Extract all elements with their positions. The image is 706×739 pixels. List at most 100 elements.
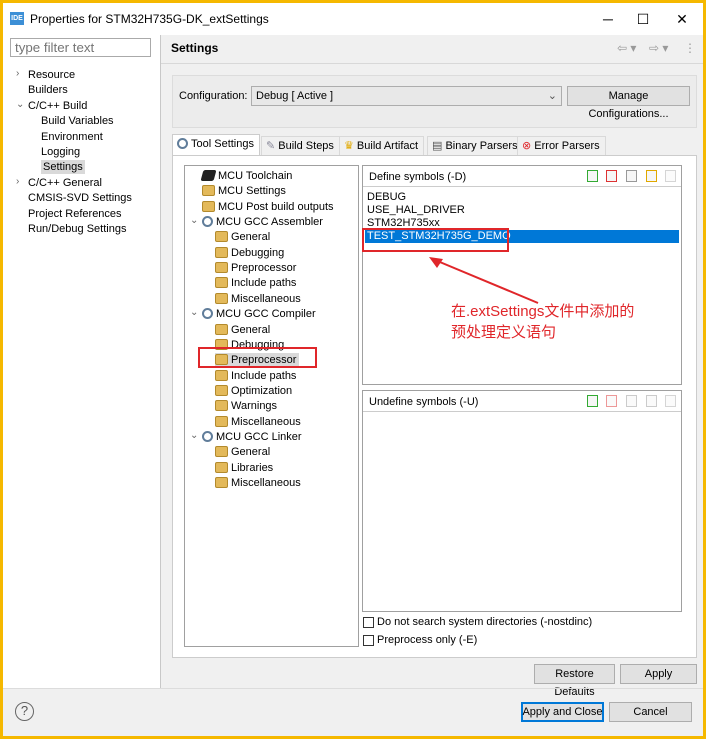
filter-input[interactable] [10,38,151,57]
undefine-symbols-box: Undefine symbols (-U) [362,390,682,612]
tree-item[interactable]: Preprocessor [215,261,296,275]
tab-tool-settings[interactable]: Tool Settings [172,134,260,156]
forward-button[interactable]: ⇨ ▾ [649,41,668,55]
tree-item-label: Debugging [231,246,285,259]
maximize-button[interactable]: ☐ [628,7,658,31]
divider [3,688,703,689]
folder-gear-icon [215,400,228,412]
tree-item[interactable]: General [215,230,270,244]
delete-icon[interactable] [606,170,617,182]
delete-icon[interactable] [606,395,617,407]
ide-icon: IDE [10,12,24,25]
folder-gear-icon [215,292,228,304]
tree-item[interactable]: Include paths [215,276,296,290]
chevron-down-icon[interactable]: ⌄ [190,430,198,441]
tab-build-steps[interactable]: ✎ Build Steps [261,136,340,155]
sidebar-item-builders[interactable]: Builders [28,83,68,97]
tree-item-label: MCU Settings [218,185,286,198]
page-title: Settings [171,41,219,55]
restore-defaults-button[interactable]: Restore Defaults [534,664,615,698]
tree-item[interactable]: Miscellaneous [215,476,301,490]
gear-icon [202,308,213,320]
preprocess-only-checkbox[interactable] [363,635,374,646]
chevron-down-icon[interactable]: ⌄ [190,307,198,318]
folder-gear-icon [215,231,228,243]
title-bar: IDE Properties for STM32H735G-DK_extSett… [3,3,703,35]
tree-item-label: Preprocessor [231,262,297,275]
tab-label: Tool Settings [191,138,254,150]
close-button[interactable]: ✕ [667,7,697,31]
tree-item-label: Miscellaneous [231,415,301,428]
add-icon[interactable] [587,395,598,407]
configuration-select[interactable]: Debug [ Active ] ⌄ [251,86,562,106]
sidebar-item-logging[interactable]: Logging [41,145,80,159]
sidebar-item-c-c-general[interactable]: C/C++ General [28,176,102,190]
folder-gear-icon [202,200,215,212]
gear-icon [202,216,213,228]
tree-item[interactable]: MCU GCC Assembler [202,215,323,229]
move-down-icon[interactable] [665,395,676,407]
binary-icon: ▤ [432,140,446,152]
chip-icon [200,170,217,181]
apply-and-close-button[interactable]: Apply and Close [521,702,604,722]
tree-item-label: MCU Toolchain [218,170,293,182]
sidebar-item-cmsis-svd-settings[interactable]: CMSIS-SVD Settings [28,191,132,205]
tab-build-artifact[interactable]: ♛ Build Artifact [339,136,425,155]
apply-button[interactable]: Apply [620,664,697,684]
chevron-down-icon: ⌄ [547,90,557,102]
folder-gear-icon [215,277,228,289]
add-icon[interactable] [587,170,598,182]
symbol-item[interactable]: DEBUG [365,191,679,204]
move-up-icon[interactable] [646,395,657,407]
chevron-icon[interactable]: › [16,176,19,187]
move-down-icon[interactable] [665,170,676,182]
edit-icon[interactable] [626,395,637,407]
tree-item[interactable]: Miscellaneous [215,415,301,429]
tree-item[interactable]: Warnings [215,399,277,413]
tree-item[interactable]: General [215,445,270,459]
folder-gear-icon [215,446,228,458]
help-icon[interactable]: ? [15,702,34,721]
tree-item-label: General [231,446,271,459]
sidebar-item-c-c-build[interactable]: C/C++ Build [28,99,87,113]
manage-configurations-button[interactable]: Manage Configurations... [567,86,690,120]
chevron-icon[interactable]: › [16,68,19,79]
gear-icon [177,138,188,149]
tool-tree[interactable]: MCU Toolchain MCU Settings MCU Post build … [184,165,359,647]
edit-icon[interactable] [626,170,637,182]
tree-item[interactable]: Miscellaneous [215,292,301,306]
tab-error-parsers[interactable]: ⊗ Error Parsers [517,136,606,155]
sidebar-item-resource[interactable]: Resource [28,68,75,82]
symbol-item[interactable]: USE_HAL_DRIVER [365,204,679,217]
back-button[interactable]: ⇦ ▾ [617,41,636,55]
move-up-icon[interactable] [646,170,657,182]
sidebar-item-settings[interactable]: Settings [41,160,85,175]
tab-binary-parsers[interactable]: ▤ Binary Parsers [427,136,524,155]
tree-item[interactable]: MCU Toolchain [200,169,293,183]
annotation-line-1: 在.extSettings文件中添加的 [451,303,635,320]
sidebar-item-environment[interactable]: Environment [41,130,103,144]
tree-item[interactable]: General [215,323,270,337]
tree-item[interactable]: MCU Post build outputs [202,200,334,214]
chevron-down-icon[interactable]: ⌄ [190,215,198,226]
tree-item[interactable]: Include paths [215,369,296,383]
nostdinc-checkbox[interactable] [363,617,374,628]
chevron-icon[interactable]: ⌄ [16,99,24,110]
view-menu-icon[interactable]: ⋮ [684,41,696,55]
cancel-button[interactable]: Cancel [609,702,692,722]
nostdinc-label: Do not search system directories (-nostd… [377,616,593,628]
tree-item[interactable]: MCU GCC Linker [202,430,302,444]
folder-gear-icon [215,415,228,427]
tree-item[interactable]: MCU GCC Compiler [202,307,316,321]
tree-item[interactable]: Optimization [215,384,292,398]
tree-item[interactable]: Debugging [215,246,284,260]
sidebar-item-build-variables[interactable]: Build Variables [41,114,114,128]
sidebar-item-run-debug-settings[interactable]: Run/Debug Settings [28,222,126,236]
tab-label: Build Steps [278,140,334,152]
tree-item[interactable]: Libraries [215,461,273,475]
tree-item[interactable]: MCU Settings [202,184,286,198]
sidebar-item-project-references[interactable]: Project References [28,207,122,221]
configuration-label: Configuration: [179,90,248,102]
minimize-button[interactable]: ─ [593,7,623,31]
folder-gear-icon [215,477,228,488]
